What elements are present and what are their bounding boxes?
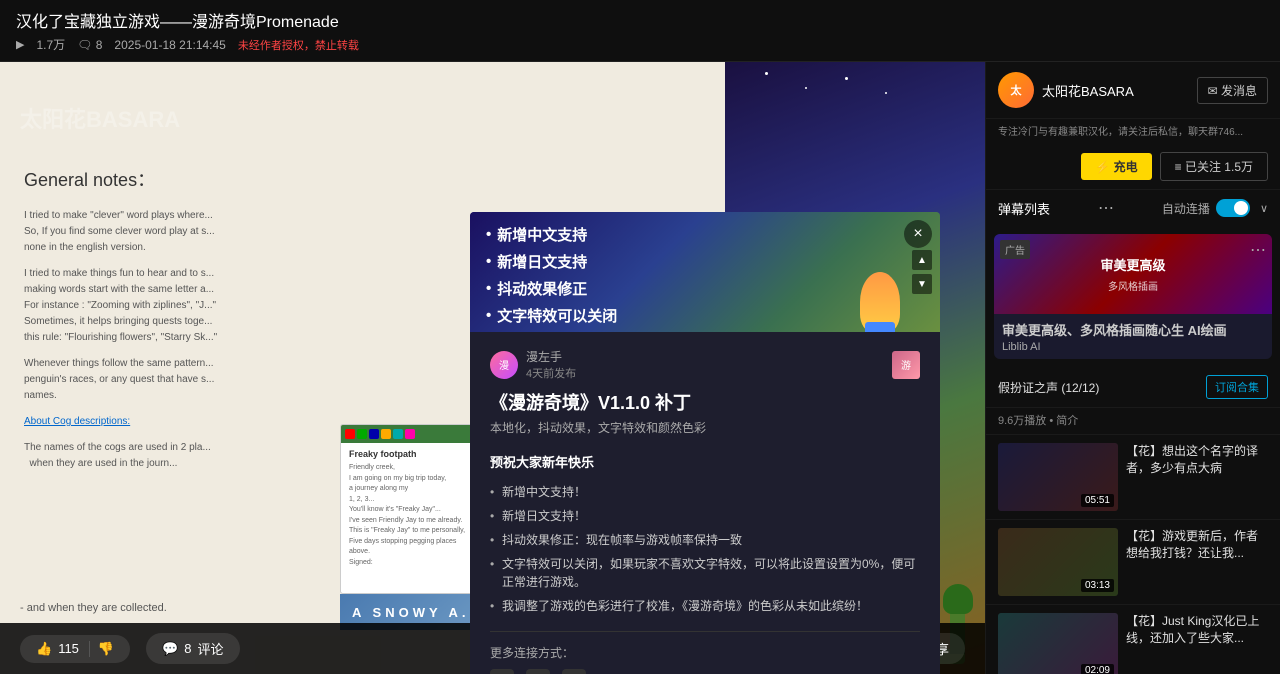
small-card: Freaky footpath Friendly creek, I am goi… (340, 424, 480, 594)
like-separator: 👎 (89, 641, 114, 657)
video-thumb: 02:09 (998, 613, 1118, 674)
subscription-row: 假扮证之声 (12/12) 订阅合集 (986, 367, 1280, 408)
subscribe-button[interactable]: 订阅合集 (1206, 375, 1268, 399)
patch-title: 《漫游奇境》V1.1.0 补丁 (490, 389, 920, 415)
patch-subtitle: 本地化，抖动效果，文字特效和颜然色彩 (490, 419, 920, 436)
subscription-label: 假扮证之声 (12/12) (998, 379, 1099, 396)
patch-modal: 新增中文支持 新增日文支持 抖动效果修正 文字特效可以关闭 × (470, 212, 940, 674)
bullet-panel-header: 弹幕列表 ⋯ 自动连播 ∨ (986, 190, 1280, 226)
auto-connect-toggle[interactable] (1216, 199, 1250, 217)
ad-text: 审美更高级、多风格插画随心生 AI绘画 Liblib AI (994, 314, 1272, 359)
video-list: 05:51 【花】想出这个名字的译者，多少有点大病 03:13 【花】游戏更新后… (986, 435, 1280, 674)
video-area: 太阳花BASARA General notes： I tried to make… (0, 62, 985, 674)
patch-date: 4天前发布 (526, 365, 576, 381)
video-item-info: 【花】想出这个名字的译者，多少有点大病 (1126, 443, 1268, 511)
sidebar-user-info: 太 太阳花BASARA (998, 72, 1189, 108)
social-icons-row: 𝕏 ▶ ◉ (490, 669, 920, 674)
video-duration: 05:51 (1081, 494, 1114, 507)
comment-count: 8 (184, 641, 191, 656)
expand-icon: ∨ (1260, 202, 1268, 215)
like-button[interactable]: 👍 115 👎 (20, 635, 130, 663)
sidebar-username: 太阳花BASARA (1042, 81, 1134, 100)
feature-item-2: 新增日文支持 (486, 251, 924, 272)
upload-date: 2025-01-18 21:14:45 (114, 38, 225, 52)
comment-icon: 💬 (162, 641, 178, 657)
bottom-collected-text: - and when they are collected. (20, 602, 167, 614)
sidebar-user-followers: 专注冷门与有趣兼职汉化，请关注后私信，聊天群746... (986, 119, 1280, 144)
page-title: 汉化了宝藏独立游戏——漫游奇境Promenade (16, 8, 1264, 32)
modal-close-button[interactable]: × (904, 220, 932, 248)
patch-list-item: 文字特效可以关闭，如果玩家不喜欢文字特效，可以将此设置设置为0%，便可正常进行游… (490, 555, 920, 591)
patch-list-item: 抖动效果修正：现在帧率与游戏帧率保持一致 (490, 531, 920, 549)
video-list-item[interactable]: 05:51 【花】想出这个名字的译者，多少有点大病 (986, 435, 1280, 520)
patch-author-icon: 游 (892, 351, 920, 379)
bullet-options-button[interactable]: ⋯ (1098, 198, 1114, 218)
video-thumb: 03:13 (998, 528, 1118, 596)
video-item-info: 【花】Just King汉化已上线，还加入了些大家... (1126, 613, 1268, 674)
ad-title: 审美更高级、多风格插画随心生 AI绘画 (1002, 320, 1264, 339)
patch-info-panel: 漫 漫左手 4天前发布 游 《漫游奇境》V1.1.0 补丁 本地化，抖动效果，文… (470, 332, 940, 674)
message-button[interactable]: ✉ 发消息 (1197, 77, 1268, 104)
page-header: 汉化了宝藏独立游戏——漫游奇境Promenade ▶ 1.7万 🗨 8 2025… (0, 0, 1280, 62)
view-count: 1.7万 (36, 36, 65, 53)
copyright-notice: 未经作者授权，禁止转载 (238, 37, 359, 53)
patch-list-item: 新增日文支持！ (490, 507, 920, 525)
patch-author-row: 漫 漫左手 4天前发布 游 (490, 348, 920, 381)
ad-image: 审美更高级 多风格插画 (994, 234, 1272, 314)
feature-item-4: 文字特效可以关闭 (486, 305, 924, 326)
patch-list-item: 我调整了游戏的色彩进行了校准，《漫游奇境》的色彩从未如此缤纷！ (490, 597, 920, 615)
comment-button[interactable]: 💬 8 评论 (146, 633, 239, 664)
card-title: Freaky footpath (349, 449, 471, 459)
ad-more-button[interactable]: ⋯ (1250, 240, 1266, 260)
video-thumb: 05:51 (998, 443, 1118, 511)
ad-card: 审美更高级 多风格插画 广告 ⋯ 审美更高级、多风格插画随心生 AI绘画 Lib… (994, 234, 1272, 359)
charge-follow-area: ⚡ 充电 ≡ 已关注 1.5万 (986, 144, 1280, 190)
video-duration: 02:09 (1081, 664, 1114, 674)
comment-label: 评论 (198, 639, 224, 658)
right-sidebar: 太 太阳花BASARA ✉ 发消息 专注冷门与有趣兼职汉化，请关注后私信，聊天群… (985, 62, 1280, 674)
video-item-title: 【花】想出这个名字的译者，多少有点大病 (1126, 443, 1268, 477)
patch-author-name: 漫左手 (526, 348, 576, 365)
feature-item-1: 新增中文支持 (486, 224, 924, 245)
patch-author-avatar: 漫 (490, 351, 518, 379)
auto-connect-label: 自动连播 (1162, 200, 1210, 217)
sidebar-user-avatar: 太 (998, 72, 1034, 108)
charge-button[interactable]: ⚡ 充电 (1081, 153, 1151, 180)
video-duration: 03:13 (1081, 579, 1114, 592)
card-body: Friendly creek, I am going on my big tri… (349, 463, 471, 568)
snowy-text: A SNOWY A... (352, 605, 485, 620)
ad-badge: 广告 (1000, 240, 1030, 259)
header-meta: ▶ 1.7万 🗨 8 2025-01-18 21:14:45 未经作者授权，禁止… (16, 36, 1264, 53)
twitter-icon[interactable]: 𝕏 (490, 669, 514, 674)
follow-button[interactable]: ≡ 已关注 1.5万 (1160, 152, 1268, 181)
play-icon: ▶ (16, 38, 24, 51)
subscription-meta: 9.6万播放 • 简介 (986, 408, 1280, 435)
comment-count-header: 🗨 8 (77, 38, 102, 52)
feature-banner: 新增中文支持 新增日文支持 抖动效果修正 文字特效可以关闭 × (470, 212, 940, 332)
bullet-title: 弹幕列表 (998, 199, 1050, 218)
video-item-info: 【花】游戏更新后，作者想给我打钱？还让我... (1126, 528, 1268, 596)
like-icon: 👍 (36, 641, 52, 657)
patch-list: 新增中文支持！ 新增日文支持！ 抖动效果修正：现在帧率与游戏帧率保持一致 文字特… (490, 483, 920, 615)
watermark-text: 太阳花BASARA (20, 102, 180, 134)
ad-subtitle: Liblib AI (1002, 341, 1264, 353)
like-count: 115 (58, 641, 79, 656)
social-label: 更多连接方式： (490, 644, 920, 661)
new-year-wish: 预祝大家新年快乐 (490, 452, 920, 471)
video-item-title: 【花】游戏更新后，作者想给我打钱？还让我... (1126, 528, 1268, 562)
discord-icon[interactable]: ◉ (562, 669, 586, 674)
patch-list-item: 新增中文支持！ (490, 483, 920, 501)
video-item-title: 【花】Just King汉化已上线，还加入了些大家... (1126, 613, 1268, 647)
general-notes-heading: General notes： (24, 166, 701, 192)
auto-connect-area: 自动连播 ∨ (1162, 199, 1268, 217)
feature-item-3: 抖动效果修正 (486, 278, 924, 299)
video-list-item[interactable]: 03:13 【花】游戏更新后，作者想给我打钱？还让我... (986, 520, 1280, 605)
youtube-icon[interactable]: ▶ (526, 669, 550, 674)
sidebar-user-header: 太 太阳花BASARA ✉ 发消息 (986, 62, 1280, 119)
video-list-item[interactable]: 02:09 【花】Just King汉化已上线，还加入了些大家... (986, 605, 1280, 674)
